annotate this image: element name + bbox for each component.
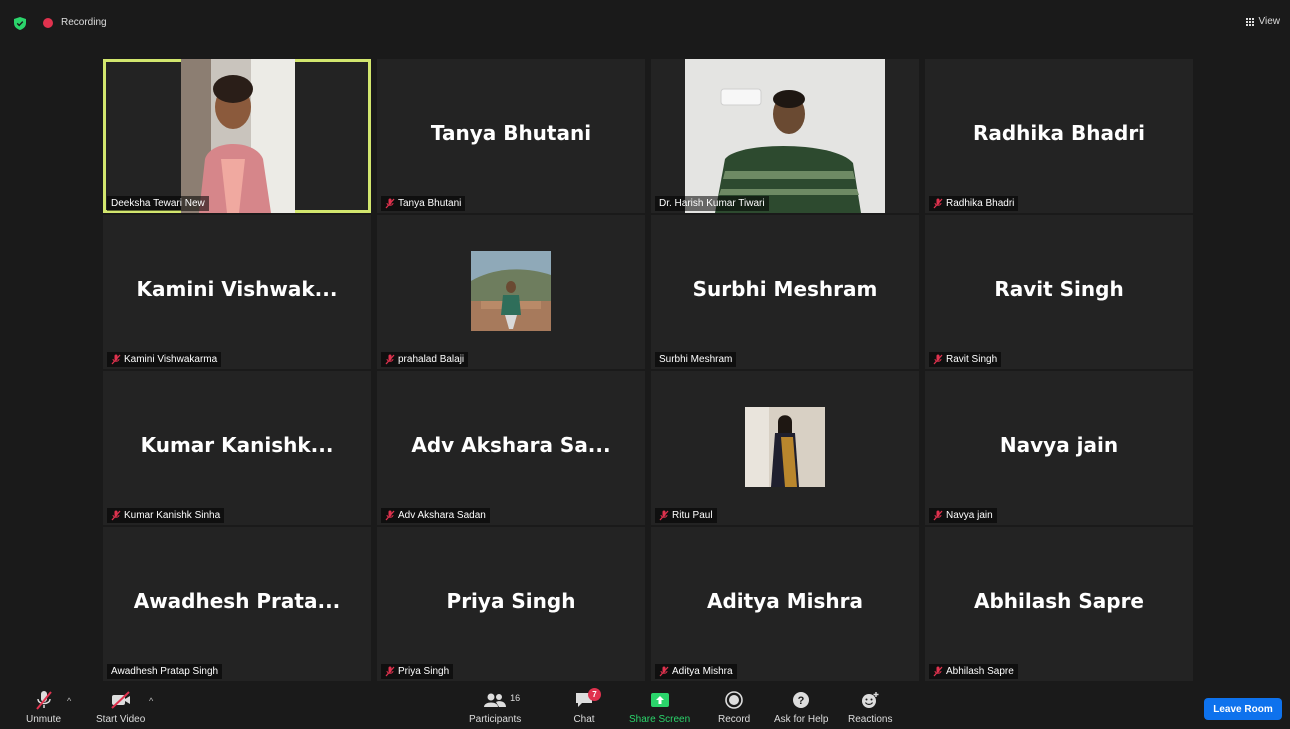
participant-display-name: Priya Singh [446,589,576,613]
help-icon: ? [793,692,810,708]
participant-name-label: Radhika Bhadri [929,196,1019,211]
chat-button[interactable]: 7 Chat [573,688,601,725]
reactions-smiley-icon [862,692,879,708]
participant-name-label: Navya jain [929,508,997,523]
svg-text:?: ? [798,695,805,707]
share-screen-icon [650,692,669,707]
chat-label: Chat [573,714,595,725]
participant-tile[interactable]: Ravit Singh Ravit Singh [925,215,1193,369]
muted-mic-icon [933,510,943,521]
recording-label: Recording [61,17,107,28]
participant-tile[interactable]: Abhilash Sapre Abhilash Sapre [925,527,1193,681]
participant-name-label: Ritu Paul [655,508,717,523]
participant-tile[interactable]: Priya Singh Priya Singh [377,527,645,681]
chat-unread-badge: 7 [588,688,601,701]
video-options-caret-icon[interactable]: ^ [149,696,153,706]
video-off-icon [110,691,130,709]
participant-display-name: Abhilash Sapre [974,589,1144,613]
participants-button[interactable]: 16 Participants [469,690,521,725]
audio-options-caret-icon[interactable]: ^ [67,696,71,706]
participant-tile[interactable]: Aditya Mishra Aditya Mishra [651,527,919,681]
muted-mic-icon [111,510,121,521]
muted-mic-icon [659,666,669,677]
muted-mic-icon [933,666,943,677]
participant-tile[interactable]: Surbhi Meshram Surbhi Meshram [651,215,919,369]
participant-tile[interactable]: Kamini Vishwak... Kamini Vishwakarma [103,215,371,369]
muted-mic-icon [933,354,943,365]
view-button[interactable]: View [1246,16,1281,27]
ask-for-help-label: Ask for Help [774,714,829,725]
participant-display-name: Surbhi Meshram [692,277,878,301]
muted-microphone-icon [35,691,52,710]
video-gallery: Deeksha Tewari New Tanya Bhutani Tanya B… [103,59,1195,683]
participant-tile[interactable]: Awadhesh Prata... Awadhesh Pratap Singh [103,527,371,681]
participant-display-name: Awadhesh Prata... [133,589,341,613]
muted-mic-icon [111,354,121,365]
participant-video [685,59,885,213]
participant-tile[interactable]: Adv Akshara Sa... Adv Akshara Sadan [377,371,645,525]
muted-mic-icon [385,666,395,677]
participant-profile-picture [471,251,551,331]
participant-video [181,59,295,213]
security-shield-icon[interactable] [14,17,26,30]
participant-name-label: Surbhi Meshram [655,352,737,367]
participant-display-name: Kamini Vishwak... [136,277,338,301]
participant-name-label: Dr. Harish Kumar Tiwari [655,196,769,211]
participant-display-name: Navya jain [999,433,1119,457]
top-bar: Recording View [0,0,1290,46]
participant-display-name: Tanya Bhutani [430,121,592,145]
muted-mic-icon [385,198,395,209]
participant-tile[interactable]: Dr. Harish Kumar Tiwari [651,59,919,213]
record-icon [725,691,743,709]
participant-tile[interactable]: Radhika Bhadri Radhika Bhadri [925,59,1193,213]
participant-tile[interactable]: Deeksha Tewari New [103,59,371,213]
record-label: Record [718,714,751,725]
share-screen-button[interactable]: Share Screen [629,690,690,725]
muted-mic-icon [933,198,943,209]
participant-display-name: Ravit Singh [994,277,1124,301]
meeting-toolbar: Unmute ^ Start Video ^ 16 Participants 7… [0,686,1290,729]
participant-tile[interactable]: prahalad Balaji [377,215,645,369]
participant-display-name: Adv Akshara Sa... [411,433,611,457]
recording-dot-icon[interactable] [43,18,53,28]
muted-mic-icon [385,354,395,365]
start-video-button[interactable]: Start Video [96,690,145,725]
participant-display-name: Radhika Bhadri [972,121,1146,145]
participant-name-label: Deeksha Tewari New [107,196,209,211]
share-screen-label: Share Screen [629,714,691,725]
participant-name-label: Ravit Singh [929,352,1002,367]
participant-name-label: Awadhesh Pratap Singh [107,664,223,679]
participant-name-label: Abhilash Sapre [929,664,1018,679]
participants-count: 16 [510,693,521,703]
participant-name-label: Aditya Mishra [655,664,737,679]
participants-icon [484,693,507,707]
participant-name-label: Kumar Kanishk Sinha [107,508,225,523]
participant-name-label: Tanya Bhutani [381,196,466,211]
participant-name-label: Priya Singh [381,664,454,679]
participant-tile[interactable]: Kumar Kanishk... Kumar Kanishk Sinha [103,371,371,525]
participant-name-label: prahalad Balaji [381,352,469,367]
grid-view-icon [1246,17,1255,26]
muted-mic-icon [385,510,395,521]
leave-room-button[interactable]: Leave Room [1204,698,1282,720]
unmute-button[interactable]: Unmute [26,690,61,725]
participant-tile[interactable]: Ritu Paul [651,371,919,525]
reactions-label: Reactions [848,714,893,725]
unmute-label: Unmute [26,714,62,725]
ask-for-help-button[interactable]: ? Ask for Help [774,690,828,725]
participant-display-name: Kumar Kanishk... [140,433,334,457]
participant-tile[interactable]: Tanya Bhutani Tanya Bhutani [377,59,645,213]
participant-display-name: Aditya Mishra [707,589,863,613]
reactions-button[interactable]: Reactions [848,690,892,725]
participant-name-label: Kamini Vishwakarma [107,352,222,367]
participant-name-label: Adv Akshara Sadan [381,508,490,523]
participants-label: Participants [469,714,522,725]
participant-profile-picture [745,407,825,487]
participant-tile[interactable]: Navya jain Navya jain [925,371,1193,525]
muted-mic-icon [659,510,669,521]
start-video-label: Start Video [96,714,146,725]
view-label: View [1258,16,1281,27]
record-button[interactable]: Record [718,690,750,725]
